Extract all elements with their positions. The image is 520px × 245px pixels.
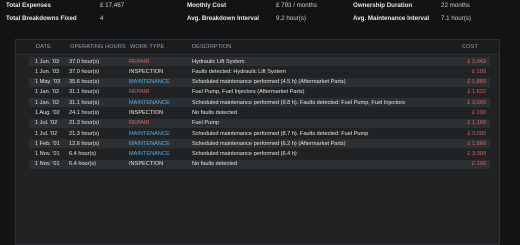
table-row[interactable]: 1 Jul. '02 21.3 hour(s) REPAIR Fuel Pump £ 1…: [29, 118, 490, 128]
table-row[interactable]: 1 May. '03 35.6 hour(s) MAINTENANCE Schedul…: [29, 77, 490, 87]
cell-date: 1 Jan. '02: [35, 89, 60, 96]
cell-operating-hours: 6.4 hour(s): [69, 161, 97, 168]
cell-description: No faults detected: [192, 110, 238, 116]
cell-date: 1 Jul. '02: [35, 120, 58, 127]
cell-operating-hours: 31.1 hour(s): [69, 99, 100, 106]
stat-value: 22 months: [441, 2, 470, 9]
cell-cost: £ 1,860: [467, 79, 486, 86]
cell-cost: £ 3,000: [467, 99, 486, 106]
cell-work-type: MAINTENANCE: [129, 99, 170, 106]
cell-cost: £ 3,000: [467, 130, 486, 137]
cell-date: 1 Jan. '02: [35, 99, 60, 106]
cell-cost: £ 1,860: [467, 140, 486, 147]
cell-work-type: INSPECTION: [129, 161, 164, 168]
cell-cost: £ 100: [472, 110, 486, 116]
cell-work-type: INSPECTION: [129, 110, 164, 116]
cell-date: 1 Feb. '01: [35, 140, 60, 147]
stat-value: £ 793 / months: [276, 2, 317, 9]
cell-date: 1 Jul. '02: [35, 130, 58, 137]
summary-row-1: Total Expenses £ 17,467 Monthly Cost £ 7…: [0, 0, 520, 13]
stat-label: Avg. Breakdown Interval: [187, 15, 259, 22]
table-row[interactable]: 1 Jun. '03 37.0 hour(s) INSPECTION Faults d…: [29, 67, 490, 76]
stat-label: Monthly Cost: [187, 2, 227, 9]
cell-cost: £ 100: [472, 68, 486, 75]
table-row[interactable]: 1 Nov. '01 6.4 hour(s) INSPECTION No faults…: [29, 159, 490, 169]
cell-operating-hours: 21.3 hour(s): [69, 120, 100, 127]
table-row[interactable]: 1 Jan. '02 31.1 hour(s) MAINTENANCE Schedul…: [29, 98, 490, 108]
stat-label: Avg. Maintenance Interval: [353, 15, 430, 22]
cell-description: Scheduled maintenance performed (8.7 h).…: [192, 130, 369, 137]
maintenance-history-panel: DATE OPERATING HOURS WORK TYPE DESCRIPTI…: [15, 39, 500, 245]
table-row[interactable]: 1 Jan. '02 31.1 hour(s) REPAIR Fuel Pump, F…: [29, 88, 490, 97]
table-header: DATE OPERATING HOURS WORK TYPE DESCRIPTI…: [16, 40, 499, 55]
history-table-body: 1 Jun. '03 37.0 hour(s) REPAIR Hydraulic Li…: [29, 57, 490, 170]
column-header-work-type[interactable]: WORK TYPE: [130, 44, 164, 50]
cell-description: No faults detected: [192, 161, 238, 168]
cell-operating-hours: 24.1 hour(s): [69, 110, 100, 116]
table-row[interactable]: 1 Feb. '01 12.6 hour(s) MAINTENANCE Schedul…: [29, 139, 490, 149]
stat-label: Total Expenses: [6, 2, 51, 9]
table-row[interactable]: 1 Jul. '02 21.3 hour(s) MAINTENANCE Schedul…: [29, 129, 490, 138]
cell-description: Scheduled maintenance performed (9.8 h).…: [192, 99, 405, 106]
cell-operating-hours: 6.4 hour(s): [69, 151, 97, 158]
cell-work-type: INSPECTION: [129, 68, 164, 75]
cell-cost: £ 100: [472, 161, 486, 168]
column-header-description[interactable]: DESCRIPTION: [192, 44, 231, 50]
stat-value: 9.2 hour(s): [276, 15, 306, 22]
cell-date: 1 May. '03: [35, 79, 61, 86]
table-row[interactable]: 1 Jun. '03 37.0 hour(s) REPAIR Hydraulic Li…: [29, 57, 490, 67]
cell-description: Scheduled maintenance performed (6.2 h) …: [192, 140, 346, 147]
column-header-date[interactable]: DATE: [36, 44, 51, 50]
stat-value: 7.1 hour(s): [441, 15, 471, 22]
cell-work-type: REPAIR: [129, 58, 150, 65]
table-row[interactable]: 1 Aug. '02 24.1 hour(s) INSPECTION No fault…: [29, 108, 490, 117]
cell-description: Fuel Pump, Fuel Injectors (Aftermarket P…: [192, 89, 305, 96]
cell-date: 1 Nov. '01: [35, 161, 60, 168]
cell-operating-hours: 21.3 hour(s): [69, 130, 100, 137]
stat-value: £ 17,467: [100, 2, 125, 9]
stat-label: Total Breakdowns Fixed: [6, 15, 77, 22]
cell-date: 1 Nov. '01: [35, 151, 60, 158]
cell-date: 1 Jun. '03: [35, 58, 60, 65]
cell-work-type: MAINTENANCE: [129, 140, 170, 147]
cell-cost: £ 1,622: [467, 89, 486, 96]
cell-date: 1 Jun. '03: [35, 68, 60, 75]
column-header-cost[interactable]: COST: [462, 44, 478, 50]
stat-label: Ownership Duration: [353, 2, 413, 9]
cell-cost: £ 2,043: [467, 58, 486, 65]
cell-description: Faults detected: Hydraulic Lift System: [192, 68, 286, 75]
cell-description: Hydraulic Lift System: [192, 58, 245, 65]
cell-work-type: MAINTENANCE: [129, 151, 170, 158]
summary-stats: Total Expenses £ 17,467 Monthly Cost £ 7…: [0, 0, 520, 26]
cell-cost: £ 1,168: [467, 120, 486, 127]
stat-value: 4: [100, 15, 104, 22]
cell-work-type: REPAIR: [129, 89, 150, 96]
summary-row-2: Total Breakdowns Fixed 4 Avg. Breakdown …: [0, 13, 520, 26]
cell-work-type: MAINTENANCE: [129, 79, 170, 86]
cell-operating-hours: 37.0 hour(s): [69, 58, 100, 65]
cell-description: Scheduled maintenance performed (4.5 h) …: [192, 79, 346, 86]
cell-operating-hours: 35.6 hour(s): [69, 79, 100, 86]
cell-description: Scheduled maintenance performed (6.4 h): [192, 151, 297, 158]
cell-operating-hours: 12.6 hour(s): [69, 140, 100, 147]
column-header-operating-hours[interactable]: OPERATING HOURS: [70, 44, 126, 50]
cell-cost: £ 3,000: [467, 151, 486, 158]
table-row[interactable]: 1 Nov. '01 6.4 hour(s) MAINTENANCE Schedule…: [29, 150, 490, 159]
cell-date: 1 Aug. '02: [35, 110, 60, 116]
cell-operating-hours: 37.0 hour(s): [69, 68, 100, 75]
cell-operating-hours: 31.1 hour(s): [69, 89, 100, 96]
cell-work-type: MAINTENANCE: [129, 130, 170, 137]
cell-description: Fuel Pump: [192, 120, 220, 127]
cell-work-type: REPAIR: [129, 120, 150, 127]
